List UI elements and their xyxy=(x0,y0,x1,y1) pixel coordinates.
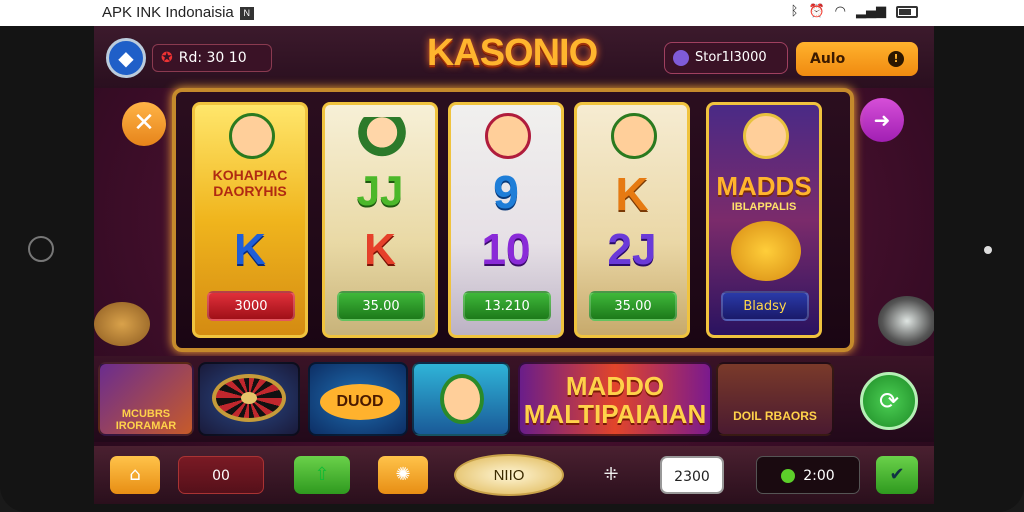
character-icon xyxy=(229,113,275,159)
credit-display: 2:00 xyxy=(756,456,860,494)
coin-stack-icon xyxy=(94,302,150,346)
character-icon xyxy=(743,113,789,159)
roulette-wheel-icon xyxy=(212,374,286,422)
game-tile[interactable]: MCUBRS IRORAMAR xyxy=(98,362,194,436)
credit-value: 2:00 xyxy=(803,468,835,484)
reel-5[interactable]: MADDS IBLAPPALIS Bladsy xyxy=(706,102,822,338)
balance-label: Rd: 30 10 xyxy=(178,50,247,66)
notification-icon: N xyxy=(239,6,254,20)
game-tile-label: DUOD xyxy=(320,384,400,420)
game-tile-label: MADDO MALTIPAIAIAN xyxy=(523,371,707,429)
coin-icon xyxy=(781,469,796,483)
battery-icon xyxy=(896,5,918,18)
settings-icon[interactable]: ✺ xyxy=(378,456,428,494)
reel-symbol-mid: K xyxy=(615,168,649,220)
game-tile-label: MCUBRS IRORAMAR xyxy=(115,408,177,432)
reel-amount: 13.210 xyxy=(463,291,551,321)
share-icon[interactable]: ➜ xyxy=(860,98,904,142)
reel-symbol-low: K xyxy=(234,225,266,274)
reel-symbol-low: K xyxy=(364,225,396,274)
reel-1[interactable]: KOHAPIAC DAORYHIS K 3000 xyxy=(192,102,308,338)
close-icon[interactable]: ✕ xyxy=(122,102,166,146)
slot-machine: KOHAPIAC DAORYHIS K 3000 JJ K 35.00 9 10… xyxy=(172,88,854,352)
bluetooth-icon: ᛒ xyxy=(790,4,799,19)
reel-symbol-top: MADDS xyxy=(716,171,812,201)
win-display: 2300 xyxy=(660,456,724,494)
auto-button[interactable]: Aulo! xyxy=(796,42,918,76)
reel-amount: Bladsy xyxy=(721,291,809,321)
home-icon[interactable]: ⌂ xyxy=(110,456,160,494)
reel-amount: 3000 xyxy=(207,291,295,321)
reel-amount: 35.00 xyxy=(589,291,677,321)
reel-symbol-mid: JJ xyxy=(356,167,404,214)
grid-icon[interactable]: ⁜ xyxy=(594,456,628,494)
game-tile[interactable]: MADDO MALTIPAIAIAN xyxy=(518,362,712,436)
alarm-icon: ⏰ xyxy=(808,4,825,19)
character-icon xyxy=(485,113,531,159)
balance-display: ✪ Rd: 30 10 xyxy=(152,44,272,72)
info-icon: ! xyxy=(888,51,904,67)
bet-display: 00 xyxy=(178,456,264,494)
chip-stack-icon xyxy=(878,296,934,346)
mascot-icon xyxy=(731,221,801,281)
game-tile-roulette[interactable] xyxy=(198,362,300,436)
game-tile[interactable]: DUOD xyxy=(308,362,408,436)
refresh-icon[interactable]: ⟳ xyxy=(860,372,918,430)
character-icon xyxy=(611,113,657,159)
reel-4[interactable]: K 2J 35.00 xyxy=(574,102,690,338)
reel-symbol-mid: 9 xyxy=(493,166,519,218)
tablet-frame: APK INK Indonaisia N ᛒ ⏰ ◠ ▂▄▆ ◆ ✪ Rd: 30 … xyxy=(0,0,1024,512)
game-logo: KASONIO xyxy=(426,32,598,74)
wifi-icon: ◠ xyxy=(834,4,846,19)
top-bar: ◆ ✪ Rd: 30 10 KASONIO Stor1l3000 Aulo! xyxy=(94,26,934,88)
arrow-up-icon[interactable]: ⇧ xyxy=(294,456,350,494)
game-screen: ◆ ✪ Rd: 30 10 KASONIO Stor1l3000 Aulo! ✕ … xyxy=(94,26,934,504)
status-title: APK INK Indonaisia N xyxy=(102,4,254,21)
auto-label: Aulo xyxy=(810,51,846,67)
status-bar: APK INK Indonaisia N ᛒ ⏰ ◠ ▂▄▆ xyxy=(0,0,1024,26)
reel-3[interactable]: 9 10 13.210 xyxy=(448,102,564,338)
game-selector: MCUBRS IRORAMAR DUOD MADDO MALTIPAIAIAN … xyxy=(94,356,934,442)
gem-icon xyxy=(673,49,689,66)
start-label: Stor1l3000 xyxy=(695,50,767,65)
reel-symbol-top: KOHAPIAC DAORYHIS xyxy=(212,167,288,199)
reel-2[interactable]: JJ K 35.00 xyxy=(322,102,438,338)
reel-symbol-low: 10 xyxy=(481,225,531,274)
home-hardware-button[interactable] xyxy=(28,236,54,262)
game-tile[interactable]: DOIL RBAORS xyxy=(716,362,834,436)
bottom-control-bar: ⌂ 00 ⇧ ✺ NIIO ⁜ 2300 2:00 ✔ xyxy=(94,446,934,504)
camera-dot xyxy=(984,246,992,254)
coin-icon: ✪ xyxy=(161,50,173,66)
check-icon[interactable]: ✔ xyxy=(876,456,918,494)
diamond-icon[interactable]: ◆ xyxy=(106,38,146,78)
signal-icon: ▂▄▆ xyxy=(856,4,886,19)
spin-button[interactable]: NIIO xyxy=(454,454,564,496)
start-display[interactable]: Stor1l3000 xyxy=(664,42,788,74)
reel-symbol-mid: IBLAPPALIS xyxy=(731,201,797,213)
reel-amount: 35.00 xyxy=(337,291,425,321)
game-tile-label: DOIL RBAORS xyxy=(733,409,817,423)
character-icon xyxy=(440,374,484,424)
reel-symbol-low: 2J xyxy=(607,225,657,274)
money-icon xyxy=(355,117,409,161)
game-tile[interactable] xyxy=(412,362,510,436)
